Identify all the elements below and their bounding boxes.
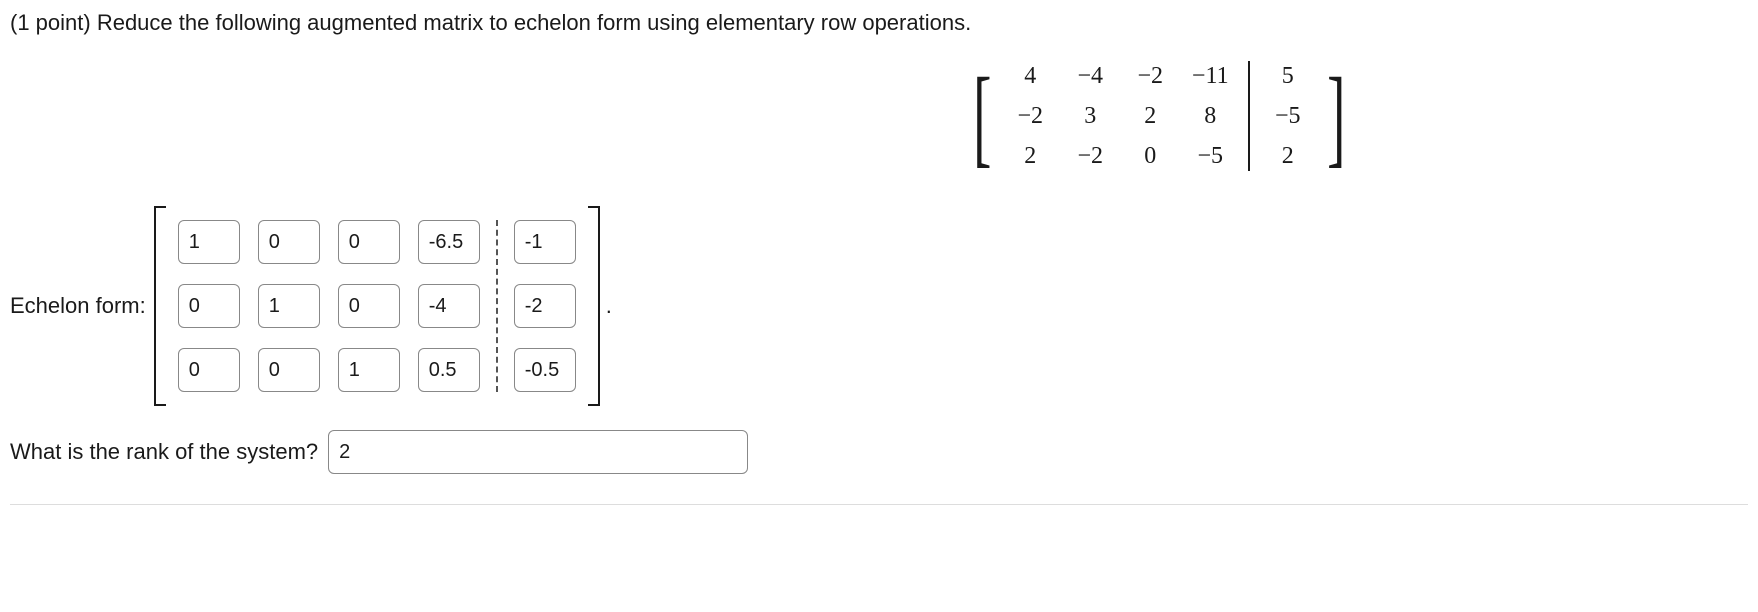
- cell: 3: [1060, 103, 1120, 130]
- question-body: Reduce the following augmented matrix to…: [97, 10, 971, 35]
- answer-input[interactable]: [258, 220, 320, 264]
- cell: −2: [1120, 63, 1180, 90]
- answer-matrix: [154, 206, 600, 406]
- answer-input[interactable]: [514, 284, 576, 328]
- augmentation-bar: [1248, 61, 1250, 171]
- given-matrix-right: 5 −5 2: [1258, 56, 1318, 176]
- trailing-dot: .: [606, 293, 612, 319]
- given-matrix-display: [ 4 −4 −2 −11 −2 3 2 8 2 −2 0 −5 5 −5 2: [10, 56, 1748, 176]
- cell: −4: [1060, 63, 1120, 90]
- rank-input[interactable]: [328, 430, 748, 474]
- answer-input[interactable]: [338, 348, 400, 392]
- cell: −2: [1060, 143, 1120, 170]
- rank-row: What is the rank of the system?: [10, 430, 1748, 474]
- answer-grid-right: [514, 220, 576, 392]
- cell: 0: [1120, 143, 1180, 170]
- answer-input[interactable]: [178, 220, 240, 264]
- cell: 2: [1000, 143, 1060, 170]
- answer-input[interactable]: [514, 348, 576, 392]
- answer-augmentation-bar: [496, 220, 498, 392]
- answer-input[interactable]: [514, 220, 576, 264]
- left-bracket: [: [973, 66, 991, 166]
- echelon-label: Echelon form:: [10, 293, 146, 319]
- question-text: (1 point) Reduce the following augmented…: [10, 10, 1748, 36]
- echelon-form-row: Echelon form:: [10, 206, 1748, 406]
- answer-right-bracket: [588, 206, 600, 406]
- answer-input[interactable]: [178, 348, 240, 392]
- answer-input[interactable]: [418, 348, 480, 392]
- cell: 5: [1258, 63, 1318, 90]
- answer-input[interactable]: [178, 284, 240, 328]
- answer-input[interactable]: [418, 220, 480, 264]
- answer-input[interactable]: [418, 284, 480, 328]
- answer-grid-left: [178, 220, 480, 392]
- cell: −5: [1258, 103, 1318, 130]
- cell: 2: [1258, 143, 1318, 170]
- cell: −11: [1180, 63, 1240, 90]
- answer-left-bracket: [154, 206, 166, 406]
- given-matrix-left: 4 −4 −2 −11 −2 3 2 8 2 −2 0 −5: [1000, 56, 1240, 176]
- rank-label: What is the rank of the system?: [10, 439, 318, 465]
- cell: −2: [1000, 103, 1060, 130]
- cell: −5: [1180, 143, 1240, 170]
- cell: 8: [1180, 103, 1240, 130]
- points-prefix: (1 point): [10, 10, 97, 35]
- divider: [10, 504, 1748, 505]
- answer-input[interactable]: [258, 284, 320, 328]
- answer-input[interactable]: [338, 284, 400, 328]
- right-bracket: ]: [1327, 66, 1345, 166]
- cell: 2: [1120, 103, 1180, 130]
- cell: 4: [1000, 63, 1060, 90]
- answer-input[interactable]: [338, 220, 400, 264]
- answer-input[interactable]: [258, 348, 320, 392]
